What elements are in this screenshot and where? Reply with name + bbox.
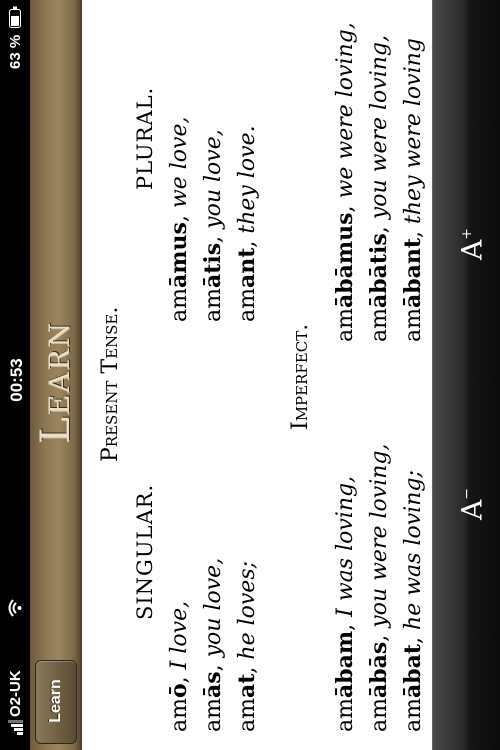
- lesson-text: Present Tense. SINGULAR. PLURAL. amō, I …: [82, 0, 432, 750]
- back-button-label: Learn: [47, 679, 64, 723]
- present-singular-1: amō, I love,: [166, 600, 192, 732]
- navigation-bar: Learn Learn: [30, 0, 83, 750]
- present-tense-heading: Present Tense.: [98, 306, 123, 462]
- present-singular-2: amās, you love,: [200, 557, 226, 732]
- font-larger-icon: A+: [455, 228, 489, 260]
- status-bar: O2-UK 00:53 63 %: [0, 0, 30, 750]
- decrease-font-size-button[interactable]: A−: [433, 474, 500, 534]
- signal-strength-icon: [5, 719, 23, 735]
- font-smaller-icon: A−: [455, 488, 489, 520]
- singular-heading: SINGULAR.: [133, 483, 157, 620]
- back-button[interactable]: Learn: [35, 660, 77, 744]
- status-time: 00:53: [7, 358, 26, 402]
- present-plural-1: amāmus, we love,: [166, 116, 192, 322]
- present-singular-3: amat, he loves;: [234, 560, 260, 732]
- imperfect-heading: Imperfect.: [288, 323, 313, 430]
- imperfect-plural-2: amābātis, you were loving,: [366, 34, 392, 342]
- imperfect-singular-3: amābat, he was loving;: [400, 470, 426, 732]
- bottom-toolbar: A− A+: [432, 0, 500, 750]
- imperfect-singular-2: amābās, you were loving,: [366, 443, 392, 732]
- imperfect-singular-1: amābam, I was loving,: [332, 475, 358, 732]
- battery-percent: 63 %: [7, 34, 24, 69]
- wifi-icon: [5, 598, 25, 618]
- imperfect-plural-3: amābant, they were loving: [400, 38, 426, 342]
- lesson-content[interactable]: Present Tense. SINGULAR. PLURAL. amō, I …: [82, 0, 432, 750]
- carrier-name: O2-UK: [7, 670, 24, 717]
- plural-heading: PLURAL.: [133, 86, 157, 190]
- imperfect-plural-1: amābāmus, we were loving,: [332, 22, 358, 342]
- increase-font-size-button[interactable]: A+: [433, 214, 500, 274]
- nav-title: Learn: [33, 320, 79, 444]
- battery-icon: [8, 6, 22, 28]
- present-plural-2: amātis, you love,: [200, 129, 226, 322]
- present-plural-3: amant, they love.: [234, 125, 260, 322]
